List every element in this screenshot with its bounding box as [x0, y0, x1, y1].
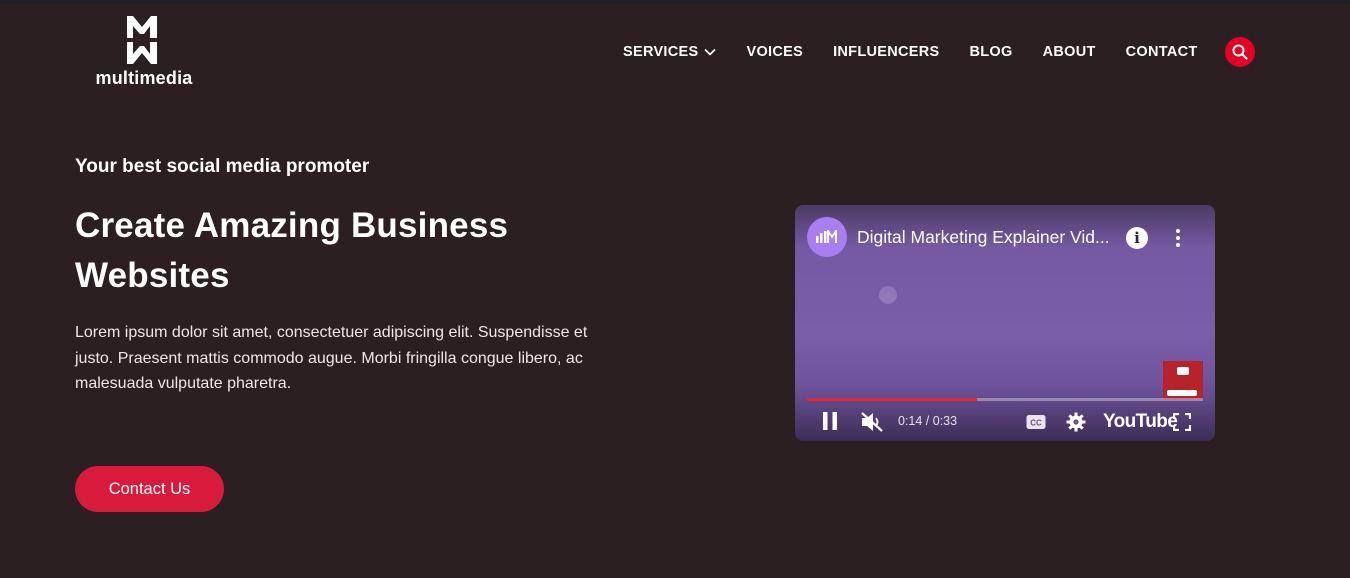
- svg-text:CC: CC: [1030, 419, 1042, 428]
- nav-item-voices[interactable]: VOICES: [746, 44, 803, 60]
- video-progress-bar[interactable]: [807, 398, 1203, 401]
- gear-icon: [1066, 412, 1086, 432]
- nav-item-influencers[interactable]: INFLUENCERS: [833, 44, 939, 60]
- closed-captions-icon: CC: [1026, 415, 1046, 429]
- pause-button[interactable]: [819, 410, 841, 432]
- logo-text: multimedia: [95, 68, 193, 88]
- nav-item-label: ABOUT: [1042, 44, 1096, 60]
- hero-headline-line-1: Create Amazing Business: [75, 206, 509, 245]
- volume-muted-icon: [861, 412, 883, 432]
- nav-item-services[interactable]: SERVICES: [623, 44, 717, 60]
- nav-item-blog[interactable]: BLOG: [969, 44, 1012, 60]
- search-button[interactable]: [1225, 37, 1255, 67]
- hero-headline: Create Amazing Business Websites: [75, 201, 635, 301]
- video-frame-graphic: [879, 286, 897, 304]
- contact-us-button[interactable]: Contact Us: [75, 466, 224, 512]
- mw-monogram-icon: [127, 16, 157, 64]
- nav-item-label: INFLUENCERS: [833, 44, 940, 60]
- mute-button[interactable]: [859, 410, 885, 434]
- fullscreen-button[interactable]: [1171, 410, 1193, 434]
- search-icon: [1232, 44, 1248, 60]
- site-logo[interactable]: multimedia: [86, 12, 202, 94]
- nav-item-label: BLOG: [969, 44, 1013, 60]
- video-time: 0:14 / 0:33: [898, 414, 958, 428]
- end-card-thumbnail[interactable]: [1163, 361, 1203, 399]
- video-controls: 0:14 / 0:33 CC YouTube: [795, 406, 1215, 438]
- fullscreen-icon: [1173, 413, 1191, 431]
- nav-item-contact[interactable]: CONTACT: [1126, 44, 1198, 60]
- hero-headline-line-2: Websites: [75, 256, 230, 295]
- nav-item-label: SERVICES: [623, 44, 699, 60]
- main-nav: SERVICES VOICES INFLUENCERS BLOG ABOUT C…: [623, 42, 1198, 62]
- nav-item-about[interactable]: ABOUT: [1043, 44, 1096, 60]
- chevron-down-icon: [704, 48, 717, 56]
- pause-icon: [823, 412, 837, 430]
- hero-description: Lorem ipsum dolor sit amet, consectetuer…: [75, 324, 588, 392]
- nav-item-label: CONTACT: [1125, 44, 1198, 60]
- channel-logo-icon: [816, 230, 837, 243]
- info-icon[interactable]: i: [1126, 227, 1148, 249]
- youtube-logo[interactable]: YouTube: [1103, 411, 1178, 433]
- hero-eyebrow: Your best social media promoter: [75, 156, 370, 177]
- more-options-icon[interactable]: [1171, 227, 1185, 249]
- captions-button[interactable]: CC: [1025, 410, 1047, 434]
- video-title[interactable]: Digital Marketing Explainer Vid...: [857, 227, 1110, 248]
- subscribe-badge: [1167, 390, 1197, 396]
- channel-avatar[interactable]: [807, 217, 847, 257]
- video-player[interactable]: Digital Marketing Explainer Vid... i 0:1…: [795, 205, 1215, 441]
- video-progress-fill: [807, 398, 978, 401]
- settings-button[interactable]: [1065, 410, 1087, 434]
- youtube-play-icon: [1177, 367, 1189, 375]
- browser-top-strip: [0, 0, 1350, 4]
- nav-item-label: VOICES: [746, 44, 804, 60]
